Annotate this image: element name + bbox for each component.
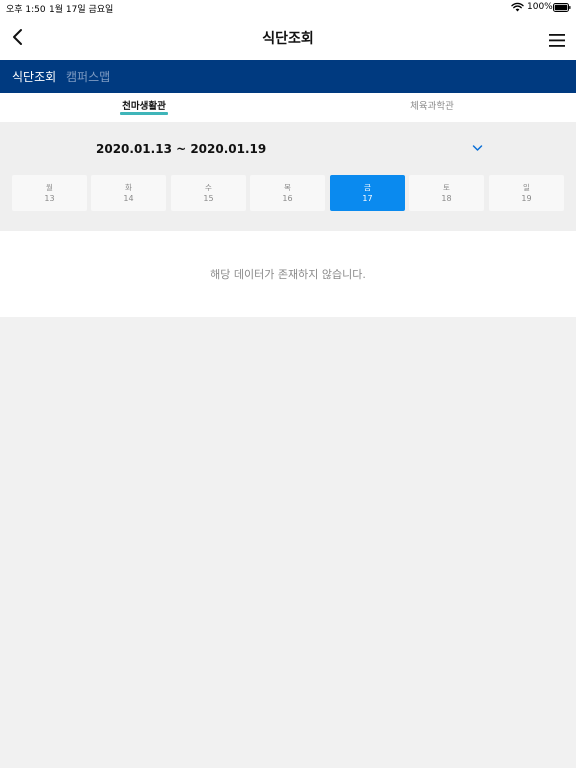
day-number: 13 xyxy=(44,194,55,203)
day-name: 월 xyxy=(46,183,53,192)
hamburger-menu-icon[interactable] xyxy=(546,31,568,49)
day-monday[interactable]: 월 13 xyxy=(12,175,87,211)
day-friday-selected[interactable]: 금 17 xyxy=(330,175,405,211)
chevron-left-icon[interactable] xyxy=(8,25,30,49)
tab-building-sports[interactable]: 체육과학관 xyxy=(288,93,576,122)
chevron-down-icon[interactable] xyxy=(472,144,483,152)
status-time: 오후 1:50 xyxy=(6,5,46,15)
day-number: 16 xyxy=(282,194,293,203)
day-name: 일 xyxy=(523,183,530,192)
day-number: 19 xyxy=(521,194,532,203)
main-tab-bar: 식단조회 캠퍼스맵 xyxy=(0,60,576,93)
week-range: 2020.01.13 ~ 2020.01.19 xyxy=(96,142,267,156)
tab-campus-map[interactable]: 캠퍼스맵 xyxy=(66,68,110,85)
week-selector: 2020.01.13 ~ 2020.01.19 월 13 화 14 수 15 목… xyxy=(0,122,576,231)
day-number: 14 xyxy=(123,194,134,203)
status-date: 1월 17일 금요일 xyxy=(49,5,114,15)
day-name: 화 xyxy=(125,183,132,192)
battery-icon xyxy=(553,3,571,12)
day-wednesday[interactable]: 수 15 xyxy=(171,175,246,211)
page-title: 식단조회 xyxy=(262,31,314,47)
day-sunday[interactable]: 일 19 xyxy=(489,175,564,211)
day-name: 토 xyxy=(443,183,450,192)
day-name: 수 xyxy=(205,183,212,192)
active-tab-indicator xyxy=(120,112,168,115)
day-name: 금 xyxy=(364,183,371,192)
navigation-bar: 식단조회 xyxy=(0,15,576,60)
wifi-icon xyxy=(511,2,524,12)
tab-meal-lookup[interactable]: 식단조회 xyxy=(12,68,56,85)
status-bar: 오후 1:50 1월 17일 금요일 100% xyxy=(0,0,576,15)
day-number: 15 xyxy=(203,194,214,203)
day-number: 18 xyxy=(441,194,452,203)
building-tabs: 천마생활관 체육과학관 xyxy=(0,93,576,122)
day-name: 목 xyxy=(284,183,291,192)
battery-percent: 100% xyxy=(527,2,553,12)
tab-building-cheonma[interactable]: 천마생활관 xyxy=(0,93,288,122)
day-tuesday[interactable]: 화 14 xyxy=(91,175,166,211)
day-saturday[interactable]: 토 18 xyxy=(409,175,484,211)
meal-content-area: 해당 데이터가 존재하지 않습니다. xyxy=(0,231,576,317)
day-number: 17 xyxy=(362,194,373,203)
day-thursday[interactable]: 목 16 xyxy=(250,175,325,211)
empty-data-message: 해당 데이터가 존재하지 않습니다. xyxy=(210,268,366,281)
